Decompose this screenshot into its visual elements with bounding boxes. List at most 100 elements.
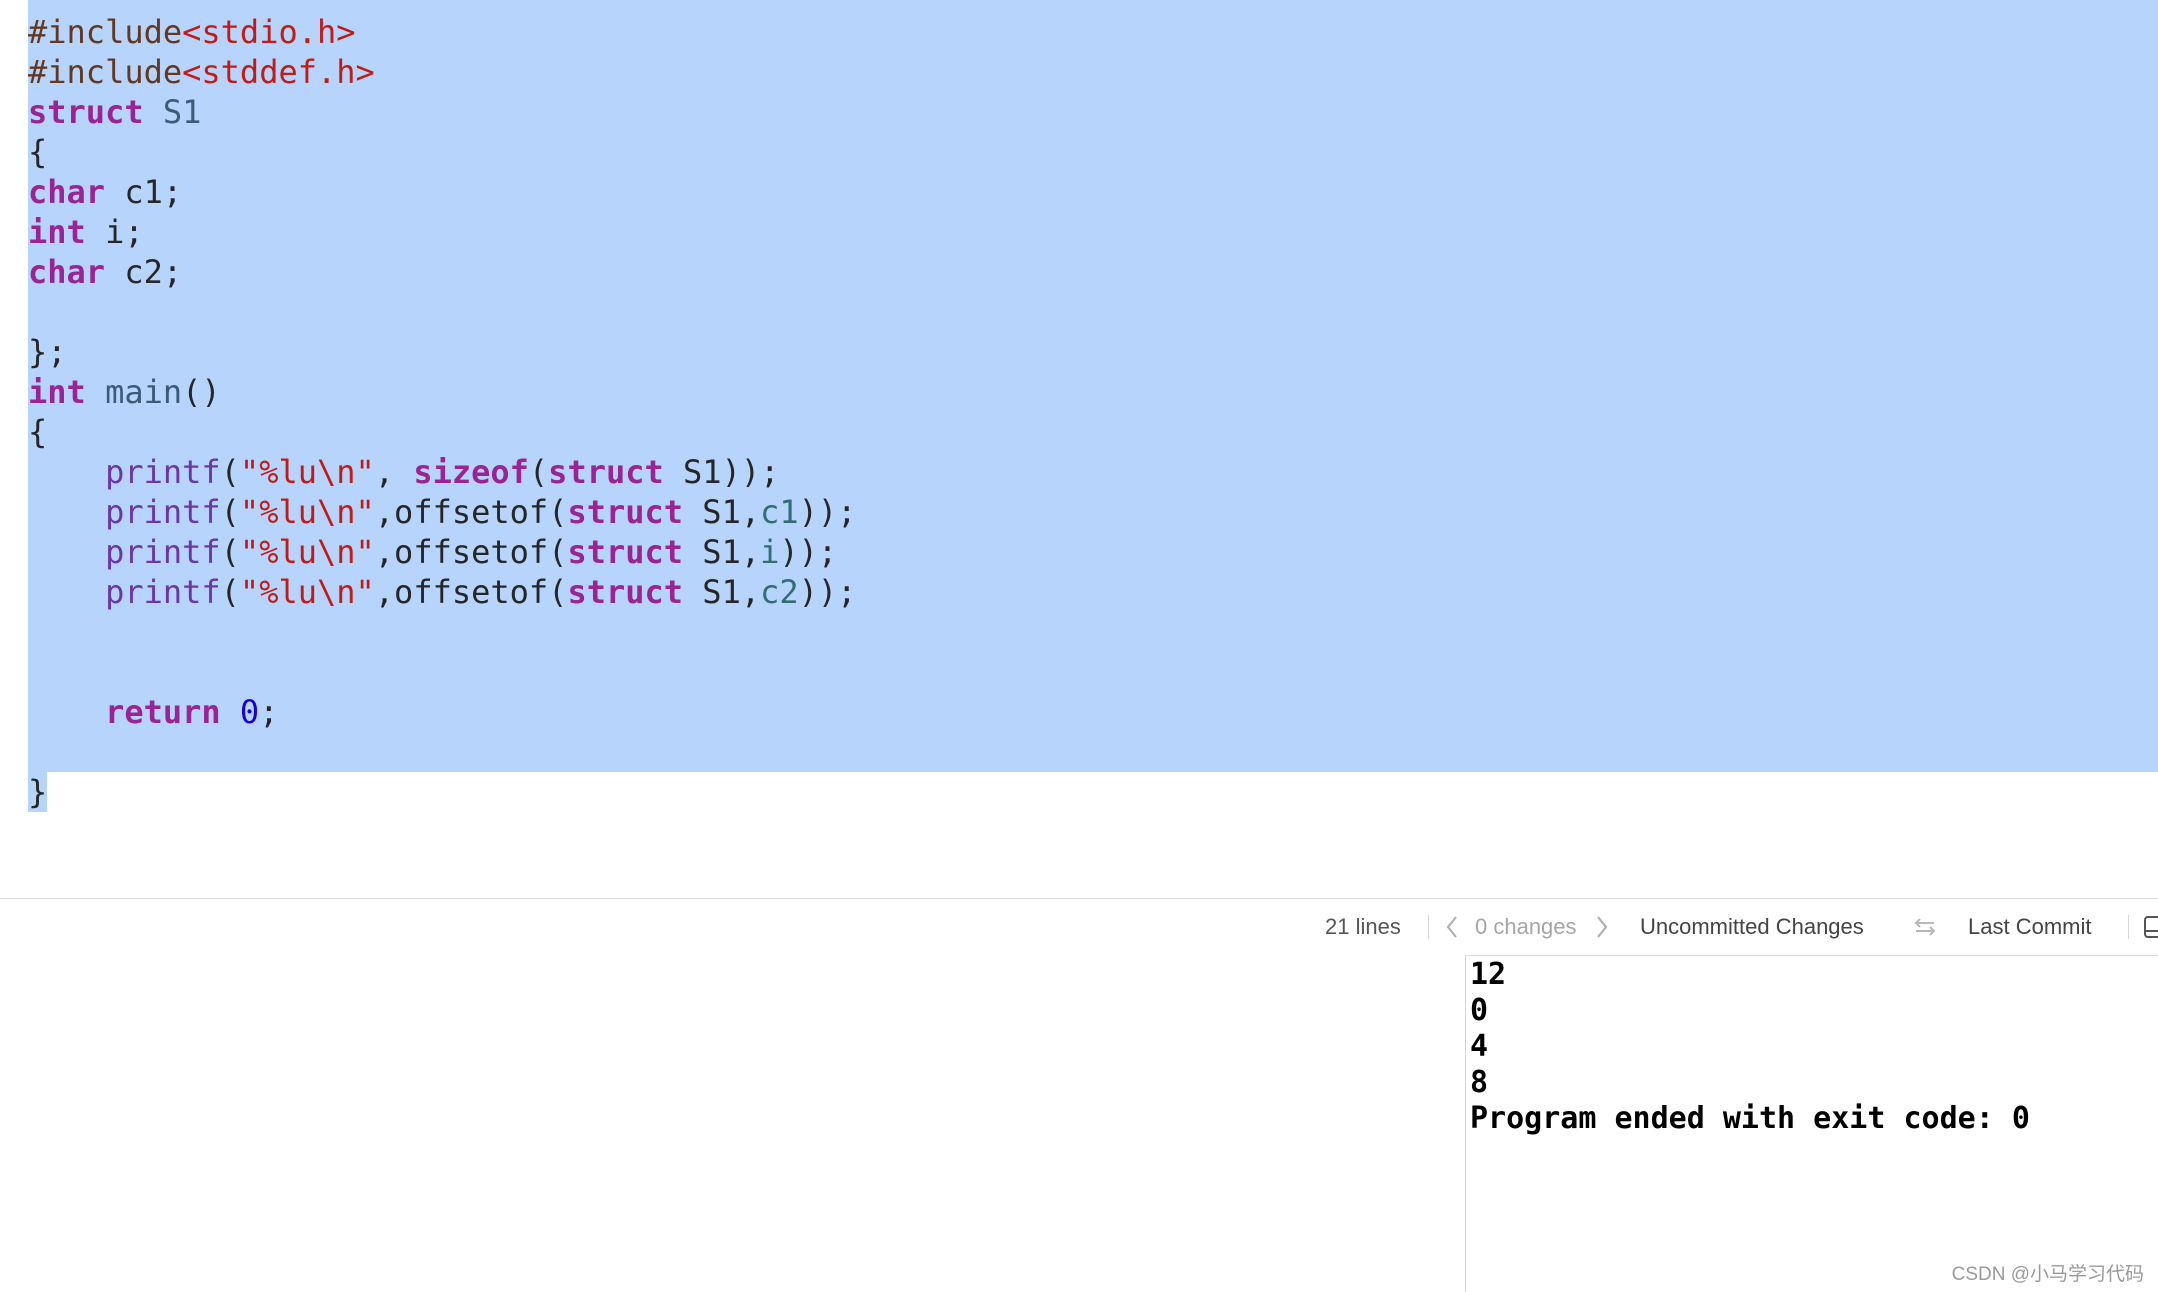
code-token: c1; — [105, 173, 183, 211]
code-token: printf — [105, 493, 221, 531]
code-token: ( — [528, 453, 549, 491]
code-token: { — [28, 133, 48, 171]
code-token: printf — [105, 533, 221, 571]
code-token: #include — [28, 13, 183, 51]
code-token: c1 — [760, 493, 799, 531]
console-line: 0 — [1470, 993, 1489, 1028]
console-line: Program ended with exit code: 0 — [1470, 1101, 2030, 1136]
code-token: )); — [798, 493, 857, 531]
code-token: main — [105, 373, 183, 411]
code-line: { — [28, 132, 47, 172]
code-line: char c2; — [28, 252, 182, 292]
panel-toggle-icon[interactable] — [2144, 899, 2158, 955]
code-token: ( — [220, 453, 240, 491]
code-line: #include<stdio.h> — [28, 12, 356, 52]
code-token: ,offsetof( — [374, 573, 568, 611]
code-token: S1, — [683, 573, 761, 611]
code-token: int — [28, 373, 86, 411]
code-token: , — [374, 453, 414, 491]
line-count: 21 lines — [1325, 914, 1401, 939]
code-token: ,offsetof( — [374, 533, 568, 571]
code-token: c2; — [105, 253, 183, 291]
code-token: <stdio.h> — [182, 13, 356, 51]
console-output[interactable]: 12 0 4 8 Program ended with exit code: 0 — [1470, 955, 2158, 1292]
code-line: } — [28, 772, 47, 812]
code-token: ( — [220, 573, 240, 611]
console-line: 12 — [1470, 957, 1507, 992]
code-token: S1)); — [663, 453, 780, 491]
code-token: c2 — [760, 573, 799, 611]
code-token: } — [28, 773, 48, 811]
code-token: ( — [220, 533, 240, 571]
code-token: char — [28, 173, 106, 211]
text-selection-highlight — [28, 0, 2158, 772]
code-token: char — [28, 253, 106, 291]
code-token: sizeof — [413, 453, 529, 491]
code-token: <stddef.h> — [182, 53, 375, 91]
code-line: { — [28, 412, 47, 452]
code-token: int — [28, 213, 86, 251]
code-line: printf("%lu\n",offsetof(struct S1,c2)); — [28, 572, 856, 612]
code-token: printf — [105, 453, 221, 491]
code-token: i; — [85, 213, 144, 251]
code-token: ( — [220, 493, 240, 531]
editor-status-bar: 21 lines 0 changes Uncommitted Changes L… — [0, 898, 2158, 956]
code-token: struct — [567, 533, 684, 571]
console-line: 4 — [1470, 1029, 1489, 1064]
code-line: #include<stddef.h> — [28, 52, 375, 92]
code-line: int main() — [28, 372, 221, 412]
code-line: printf("%lu\n",offsetof(struct S1,c1)); — [28, 492, 856, 532]
code-token: ,offsetof( — [374, 493, 568, 531]
code-line: printf("%lu\n", sizeof(struct S1)); — [28, 452, 779, 492]
code-token: 0 — [239, 693, 260, 731]
console-line: 8 — [1470, 1065, 1489, 1100]
code-line: struct S1 — [28, 92, 201, 132]
code-token: "%lu\n" — [239, 453, 375, 491]
code-token: )); — [779, 533, 838, 571]
code-token: S1, — [683, 493, 761, 531]
code-line: }; — [28, 332, 67, 372]
swap-arrows-icon[interactable] — [1911, 899, 1939, 955]
code-token: S1 — [162, 93, 202, 131]
code-line: char c1; — [28, 172, 182, 212]
code-token: () — [182, 373, 221, 411]
code-token: { — [28, 413, 48, 451]
code-token: struct — [567, 573, 684, 611]
code-token: i — [760, 533, 780, 571]
panel-divider[interactable] — [1465, 955, 1466, 1292]
code-token: struct — [548, 453, 664, 491]
code-token: }; — [28, 333, 67, 371]
chevron-right-icon[interactable] — [1594, 899, 1614, 955]
variables-view[interactable] — [0, 955, 1465, 1292]
watermark: CSDN @小马学习代码 — [1951, 1264, 2144, 1285]
code-line: return 0; — [28, 692, 278, 732]
changes-count: 0 changes — [1475, 914, 1577, 939]
code-token: "%lu\n" — [239, 573, 375, 611]
code-token: #include — [28, 53, 183, 91]
last-commit-button[interactable]: Last Commit — [1968, 899, 2091, 955]
code-token: struct — [567, 493, 684, 531]
code-token: "%lu\n" — [239, 533, 375, 571]
uncommitted-changes-button[interactable]: Uncommitted Changes — [1640, 899, 1864, 955]
code-line: int i; — [28, 212, 144, 252]
divider — [1428, 915, 1429, 939]
code-token: printf — [105, 573, 221, 611]
code-token: struct — [28, 93, 144, 131]
code-line: printf("%lu\n",offsetof(struct S1,i)); — [28, 532, 837, 572]
code-token: return — [105, 693, 221, 731]
divider — [2128, 915, 2129, 939]
code-token: "%lu\n" — [239, 493, 375, 531]
source-editor[interactable]: #include<stdio.h> #include<stddef.h> struc… — [0, 0, 2158, 898]
code-token: ; — [259, 693, 279, 731]
code-token: )); — [798, 573, 857, 611]
chevron-left-icon[interactable] — [1444, 899, 1464, 955]
code-token: S1, — [683, 533, 761, 571]
